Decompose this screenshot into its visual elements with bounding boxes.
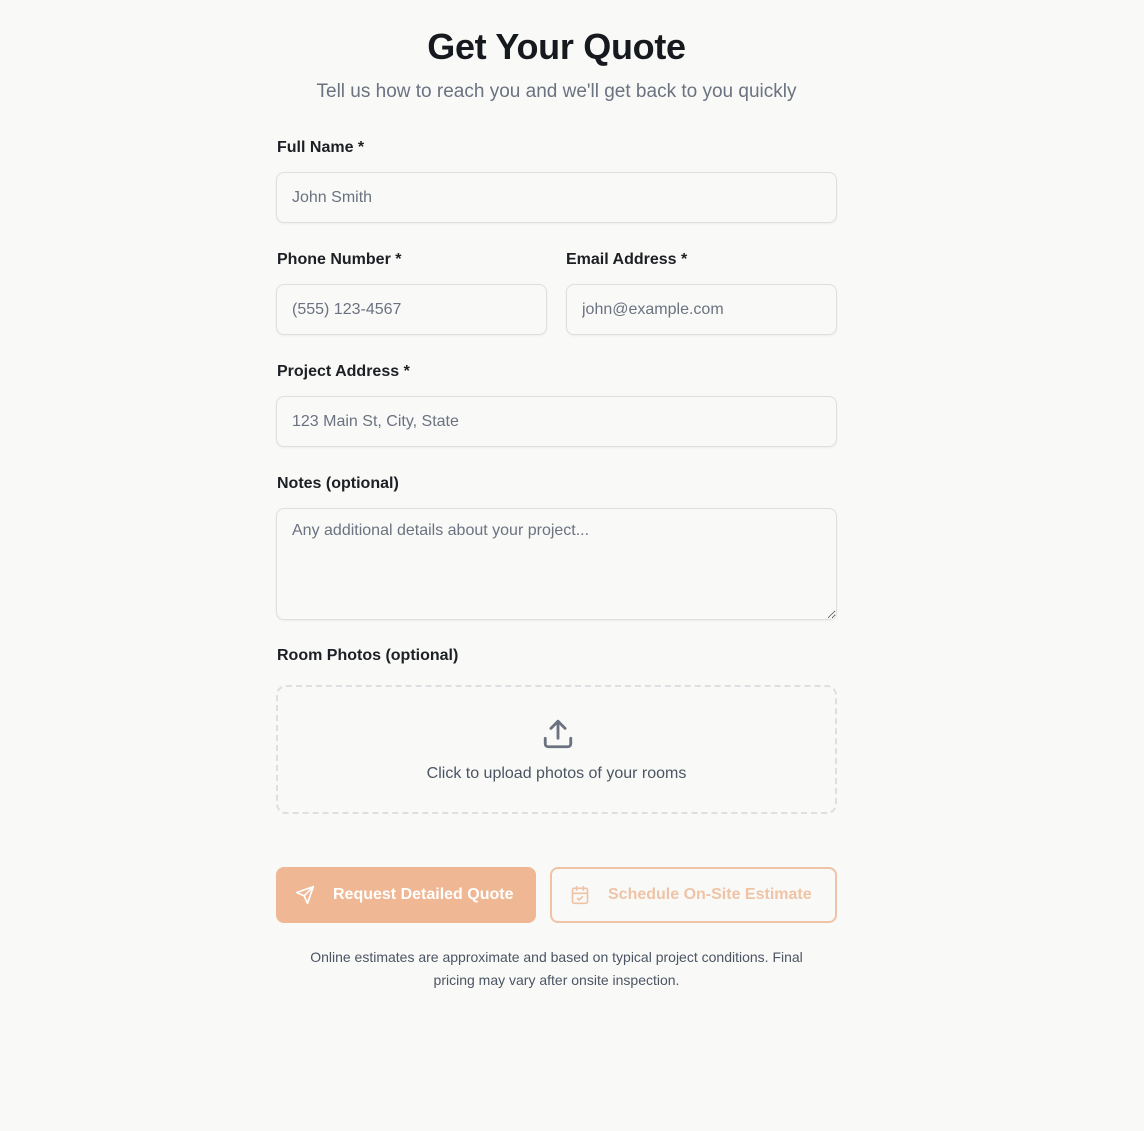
estimate-disclaimer: Online estimates are approximate and bas… bbox=[310, 949, 803, 988]
send-icon bbox=[295, 885, 315, 905]
full-name-input[interactable] bbox=[276, 172, 837, 223]
notes-label: Notes (optional) bbox=[277, 475, 399, 492]
photo-upload-dropzone[interactable]: Click to upload photos of your rooms bbox=[276, 685, 837, 814]
calendar-icon bbox=[571, 885, 589, 905]
notes-textarea[interactable] bbox=[276, 508, 837, 620]
schedule-estimate-label: Schedule On-Site Estimate bbox=[608, 886, 812, 903]
schedule-estimate-button[interactable]: Schedule On-Site Estimate bbox=[550, 867, 837, 923]
request-quote-label: Request Detailed Quote bbox=[333, 886, 514, 903]
upload-icon bbox=[543, 719, 573, 749]
upload-prompt-text: Click to upload photos of your rooms bbox=[426, 765, 687, 782]
address-label: Project Address * bbox=[277, 363, 410, 380]
quote-page: Get Your Quote Tell us how to reach you … bbox=[0, 0, 1144, 1131]
address-input[interactable] bbox=[276, 396, 837, 447]
request-quote-button[interactable]: Request Detailed Quote bbox=[276, 867, 536, 923]
room-photos-label: Room Photos (optional) bbox=[277, 647, 459, 664]
phone-input[interactable] bbox=[276, 284, 547, 335]
page-title: Get Your Quote bbox=[427, 26, 686, 67]
email-label: Email Address * bbox=[566, 251, 688, 268]
full-name-label: Full Name * bbox=[277, 139, 365, 156]
email-input[interactable] bbox=[566, 284, 837, 335]
page-subtitle: Tell us how to reach you and we'll get b… bbox=[316, 81, 797, 102]
phone-label: Phone Number * bbox=[277, 251, 402, 268]
